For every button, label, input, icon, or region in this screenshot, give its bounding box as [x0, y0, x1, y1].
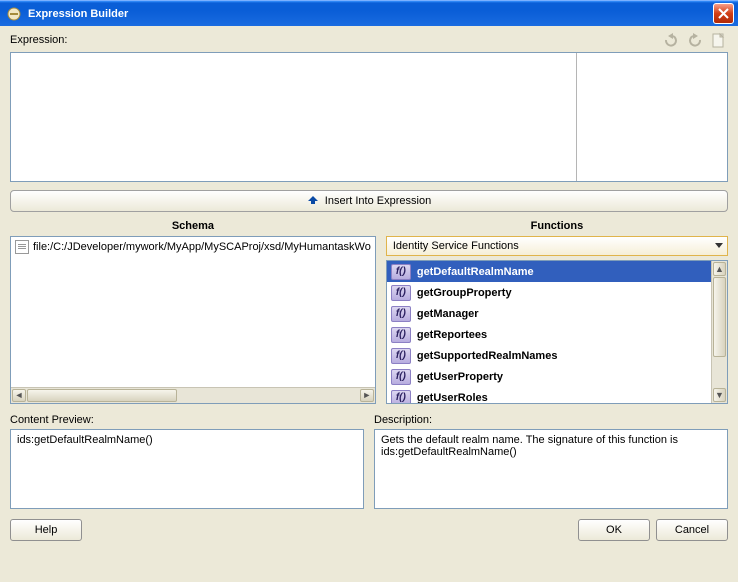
content-preview-label: Content Preview: [10, 414, 364, 426]
function-item-label: getUserRoles [417, 392, 488, 404]
scroll-down-arrow[interactable]: ▼ [713, 388, 726, 402]
cancel-button[interactable]: Cancel [656, 519, 728, 541]
window-title: Expression Builder [28, 8, 128, 20]
chevron-up-icon [307, 194, 319, 208]
scroll-thumb[interactable] [27, 389, 177, 402]
content-preview-box: ids:getDefaultRealmName() [10, 429, 364, 509]
function-icon: f() [391, 369, 411, 385]
schema-tree[interactable]: file:/C:/JDeveloper/mywork/MyApp/MySCAPr… [10, 236, 376, 404]
expression-label: Expression: [10, 34, 67, 46]
vertical-scrollbar[interactable]: ▲ ▼ [711, 261, 727, 403]
expression-textarea[interactable] [10, 52, 728, 182]
function-item[interactable]: f() getDefaultRealmName [387, 261, 711, 282]
function-item-label: getReportees [417, 329, 487, 341]
scroll-thumb[interactable] [713, 277, 726, 357]
function-item[interactable]: f() getReportees [387, 324, 711, 345]
schema-item[interactable]: file:/C:/JDeveloper/mywork/MyApp/MySCAPr… [11, 237, 375, 257]
function-item-label: getManager [417, 308, 479, 320]
scroll-left-arrow[interactable]: ◄ [12, 389, 26, 402]
insert-into-expression-button[interactable]: Insert Into Expression [10, 190, 728, 212]
function-icon: f() [391, 306, 411, 322]
content-preview-text: ids:getDefaultRealmName() [17, 434, 153, 446]
function-item[interactable]: f() getUserProperty [387, 366, 711, 387]
horizontal-scrollbar[interactable]: ◄ ► [11, 387, 375, 403]
redo-icon[interactable] [686, 32, 704, 50]
function-item[interactable]: f() getUserRoles [387, 387, 711, 403]
function-item-label: getGroupProperty [417, 287, 512, 299]
function-category-value: Identity Service Functions [393, 240, 519, 252]
file-icon [15, 240, 29, 254]
schema-item-label: file:/C:/JDeveloper/mywork/MyApp/MySCAPr… [33, 241, 371, 253]
description-label: Description: [374, 414, 728, 426]
chevron-down-icon [715, 243, 723, 248]
function-item-label: getUserProperty [417, 371, 503, 383]
title-bar: Expression Builder [0, 0, 738, 26]
description-box: Gets the default realm name. The signatu… [374, 429, 728, 509]
function-icon: f() [391, 390, 411, 404]
schema-header: Schema [10, 220, 376, 232]
insert-button-label: Insert Into Expression [325, 195, 431, 207]
function-icon: f() [391, 327, 411, 343]
help-button[interactable]: Help [10, 519, 82, 541]
description-text: Gets the default realm name. The signatu… [381, 434, 678, 458]
function-item[interactable]: f() getGroupProperty [387, 282, 711, 303]
functions-header: Functions [386, 220, 728, 232]
function-icon: f() [391, 285, 411, 301]
close-button[interactable] [713, 3, 734, 24]
function-item[interactable]: f() getManager [387, 303, 711, 324]
scroll-right-arrow[interactable]: ► [360, 389, 374, 402]
function-category-select[interactable]: Identity Service Functions [386, 236, 728, 256]
function-icon: f() [391, 264, 411, 280]
ok-button[interactable]: OK [578, 519, 650, 541]
function-item[interactable]: f() getSupportedRealmNames [387, 345, 711, 366]
function-icon: f() [391, 348, 411, 364]
scroll-up-arrow[interactable]: ▲ [713, 262, 726, 276]
page-icon[interactable] [710, 32, 728, 50]
undo-icon[interactable] [662, 32, 680, 50]
function-item-label: getDefaultRealmName [417, 266, 534, 278]
function-list[interactable]: f() getDefaultRealmName f() getGroupPropert… [386, 260, 728, 404]
function-item-label: getSupportedRealmNames [417, 350, 558, 362]
app-icon [6, 6, 22, 22]
